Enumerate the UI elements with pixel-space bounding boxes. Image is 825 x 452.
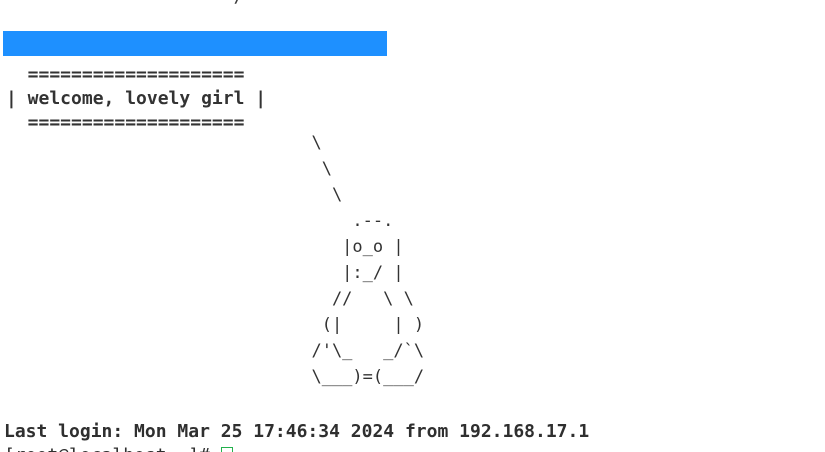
welcome-banner: ==================== | welcome, lovely g… (6, 63, 266, 135)
welcome-border-top: ==================== (6, 64, 245, 85)
terminal-window[interactable]: ' ' ' ' ' / ' ' ' ' ====================… (0, 0, 825, 452)
command-prompt-line[interactable]: [root@localhost ~]# (4, 444, 233, 452)
welcome-message: | welcome, lovely girl | (6, 88, 267, 109)
tux-ascii-art: \ \ \ .--. |o_o | |:_/ | // \ \ (| | ) /… (311, 133, 425, 387)
last-login-line: Last login: Mon Mar 25 17:46:34 2024 fro… (4, 421, 590, 442)
shell-prompt: [root@localhost ~]# (4, 444, 221, 452)
banner-bar (3, 31, 387, 56)
text-cursor (220, 447, 233, 452)
previous-output-line: ' ' ' ' ' / ' ' ' ' (6, 0, 461, 8)
welcome-border-bottom: ==================== (6, 112, 245, 133)
